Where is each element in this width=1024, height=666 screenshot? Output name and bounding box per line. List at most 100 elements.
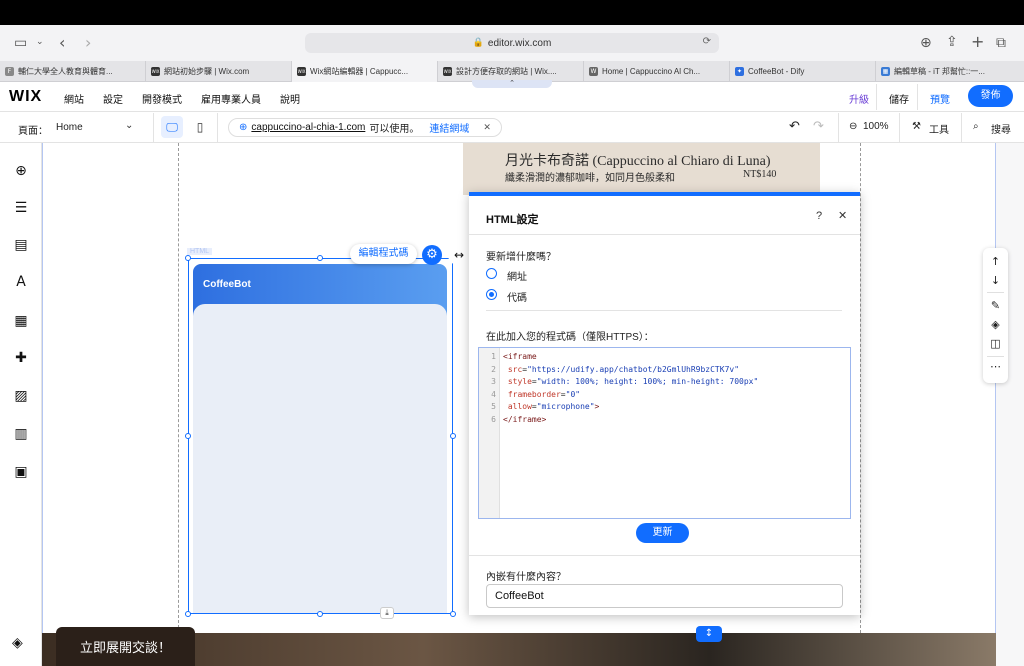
tab-overview-icon[interactable]: ⧉ <box>996 36 1006 50</box>
add-element-icon[interactable]: ⊕ <box>12 162 30 180</box>
code-line: allow="microphone"> <box>503 402 600 411</box>
desktop-view-icon[interactable]: 🖵 <box>161 116 183 138</box>
chevron-down-icon[interactable]: ⌄ <box>36 38 44 47</box>
browser-tab[interactable]: ▦ 編輯草稿 - iT 邦幫忙::一... <box>876 61 1024 82</box>
close-icon[interactable]: ✕ <box>483 123 491 133</box>
stretch-down-icon[interactable]: ⤓ <box>380 607 394 619</box>
page-selector[interactable]: Home <box>56 122 83 133</box>
browser-tab[interactable]: WIX 網站初始步驟 | Wix.com <box>146 61 292 82</box>
menu-settings[interactable]: 設定 <box>103 91 123 106</box>
menu-item-card[interactable]: 月光卡布奇諾 (Cappuccino al Chiaro di Luna) 纖柔… <box>463 143 820 195</box>
canvas-right-gutter <box>996 143 1024 666</box>
layers-icon[interactable]: ◈ <box>12 635 23 651</box>
connect-domain-link[interactable]: 連結網域 <box>429 120 469 135</box>
forward-icon[interactable]: › <box>85 35 91 51</box>
divider <box>876 84 877 110</box>
code-line: <iframe <box>503 352 537 361</box>
redo-icon[interactable]: ↷ <box>813 119 824 134</box>
browser-tab[interactable]: ✦ CoffeeBot - Dify <box>730 61 876 82</box>
pencil-icon[interactable]: ✎ <box>983 299 1008 312</box>
layers-icon[interactable]: ◈ <box>983 318 1008 331</box>
publish-button[interactable]: 發佈 <box>968 85 1013 107</box>
browser-tab[interactable]: W Home | Cappuccino Al Ch... <box>584 61 730 82</box>
expand-chat-button[interactable]: 立即展開交談！ <box>56 627 195 666</box>
help-icon[interactable]: ? <box>816 210 822 222</box>
html-element-tag: HTML <box>187 248 213 255</box>
preview-button[interactable]: 預覽 <box>930 91 950 106</box>
divider <box>917 84 918 110</box>
arrow-down-icon[interactable]: ↓ <box>983 274 1008 287</box>
resize-handle[interactable] <box>450 611 456 617</box>
selected-element-frame[interactable] <box>188 258 453 614</box>
radio-url-label[interactable]: 網址 <box>507 268 527 283</box>
design-icon[interactable]: A <box>12 273 30 291</box>
business-apps-icon[interactable]: ✚ <box>12 349 30 367</box>
reload-icon[interactable]: ⟳ <box>703 36 711 47</box>
sidebar-toggle-icon[interactable]: ▭ <box>14 36 27 50</box>
divider <box>899 113 900 142</box>
divider <box>987 356 1004 357</box>
mobile-view-icon[interactable]: ▯ <box>189 116 211 138</box>
resize-handle[interactable] <box>317 611 323 617</box>
apps-icon[interactable]: ▦ <box>12 312 30 330</box>
update-button[interactable]: 更新 <box>636 523 689 543</box>
search-button[interactable]: 搜尋 <box>991 121 1011 136</box>
gear-icon[interactable]: ⚙ <box>422 245 442 265</box>
code-token: src <box>503 364 523 374</box>
upgrade-link[interactable]: 升級 <box>849 91 869 106</box>
radio-code-label[interactable]: 代碼 <box>507 289 527 304</box>
tools-button[interactable]: 工具 <box>929 121 949 136</box>
share-icon[interactable]: ⇪ <box>946 35 958 49</box>
browser-tab[interactable]: F 輔仁大學全人教育與體育... <box>0 61 146 82</box>
resize-handle[interactable] <box>185 611 191 617</box>
undo-icon[interactable]: ↶ <box>789 119 800 134</box>
browser-tab-active[interactable]: WIX Wix網站編輯器 | Cappucc... <box>292 61 438 82</box>
menu-site[interactable]: 網站 <box>64 91 84 106</box>
edit-code-button[interactable]: 編輯程式碼 <box>350 244 417 264</box>
code-line: </iframe> <box>503 415 546 424</box>
search-icon[interactable]: ⌕ <box>973 121 979 132</box>
menu-item-description: 纖柔滑潤的濃郁咖啡，如同月色般柔和 <box>505 173 675 184</box>
radio-code[interactable] <box>486 289 497 300</box>
zoom-level[interactable]: 100% <box>863 121 889 132</box>
collapse-tabs-handle[interactable]: ⌃ <box>472 80 552 88</box>
menu-hire-pro[interactable]: 雇用專業人員 <box>201 91 261 106</box>
resize-handle[interactable] <box>185 255 191 261</box>
code-line: frameborder="0" <box>503 390 580 399</box>
line-number-gutter <box>479 348 500 518</box>
code-editor[interactable]: 1 <iframe 2 src="https://udify.app/chatbot… <box>478 347 851 519</box>
code-label: 在此加入您的程式碼（僅限HTTPS）： <box>486 332 654 343</box>
stretch-icon[interactable]: ↔ <box>448 245 470 265</box>
zoom-out-icon[interactable]: ⊖ <box>849 121 857 132</box>
portfolio-icon[interactable]: ▣ <box>12 463 30 481</box>
left-sidebar: ⊕ ☰ ▤ A ▦ ✚ ▨ ▥ ▣ <box>0 143 42 666</box>
tools-icon[interactable]: ⚒ <box>912 121 921 132</box>
add-section-icon[interactable]: ☰ <box>12 199 30 217</box>
code-token: </iframe> <box>503 414 547 424</box>
pages-icon[interactable]: ▤ <box>12 236 30 254</box>
media-icon[interactable]: ▨ <box>12 387 30 405</box>
chevron-down-icon[interactable]: ⌄ <box>125 120 133 131</box>
domain-name[interactable]: cappuccino-al-chia-1.com <box>251 122 365 133</box>
resize-handle[interactable] <box>317 255 323 261</box>
resize-handle[interactable] <box>185 433 191 439</box>
close-icon[interactable]: ✕ <box>838 209 847 222</box>
menu-help[interactable]: 說明 <box>280 91 300 106</box>
new-tab-icon[interactable]: + <box>971 34 984 50</box>
resize-handle[interactable] <box>450 433 456 439</box>
address-bar[interactable]: 🔒 editor.wix.com ⟳ <box>305 33 719 53</box>
save-button[interactable]: 儲存 <box>889 91 909 106</box>
tab-label: Wix網站編輯器 | Cappucc... <box>310 67 409 76</box>
wix-logo: WIX <box>9 88 43 105</box>
radio-url[interactable] <box>486 268 497 279</box>
download-icon[interactable]: ⊕ <box>920 36 932 50</box>
layout-icon[interactable]: ◫ <box>983 337 1008 350</box>
cms-icon[interactable]: ▥ <box>12 425 30 443</box>
arrow-up-icon[interactable]: ↑ <box>983 255 1008 268</box>
code-token: <iframe <box>503 352 537 361</box>
section-resize-handle[interactable]: ↕ <box>696 626 722 642</box>
embed-title-input[interactable]: CoffeeBot <box>486 584 843 608</box>
more-icon[interactable]: ⋯ <box>983 360 1008 373</box>
menu-dev-mode[interactable]: 開發模式 <box>142 91 182 106</box>
back-icon[interactable]: ‹ <box>59 35 65 51</box>
